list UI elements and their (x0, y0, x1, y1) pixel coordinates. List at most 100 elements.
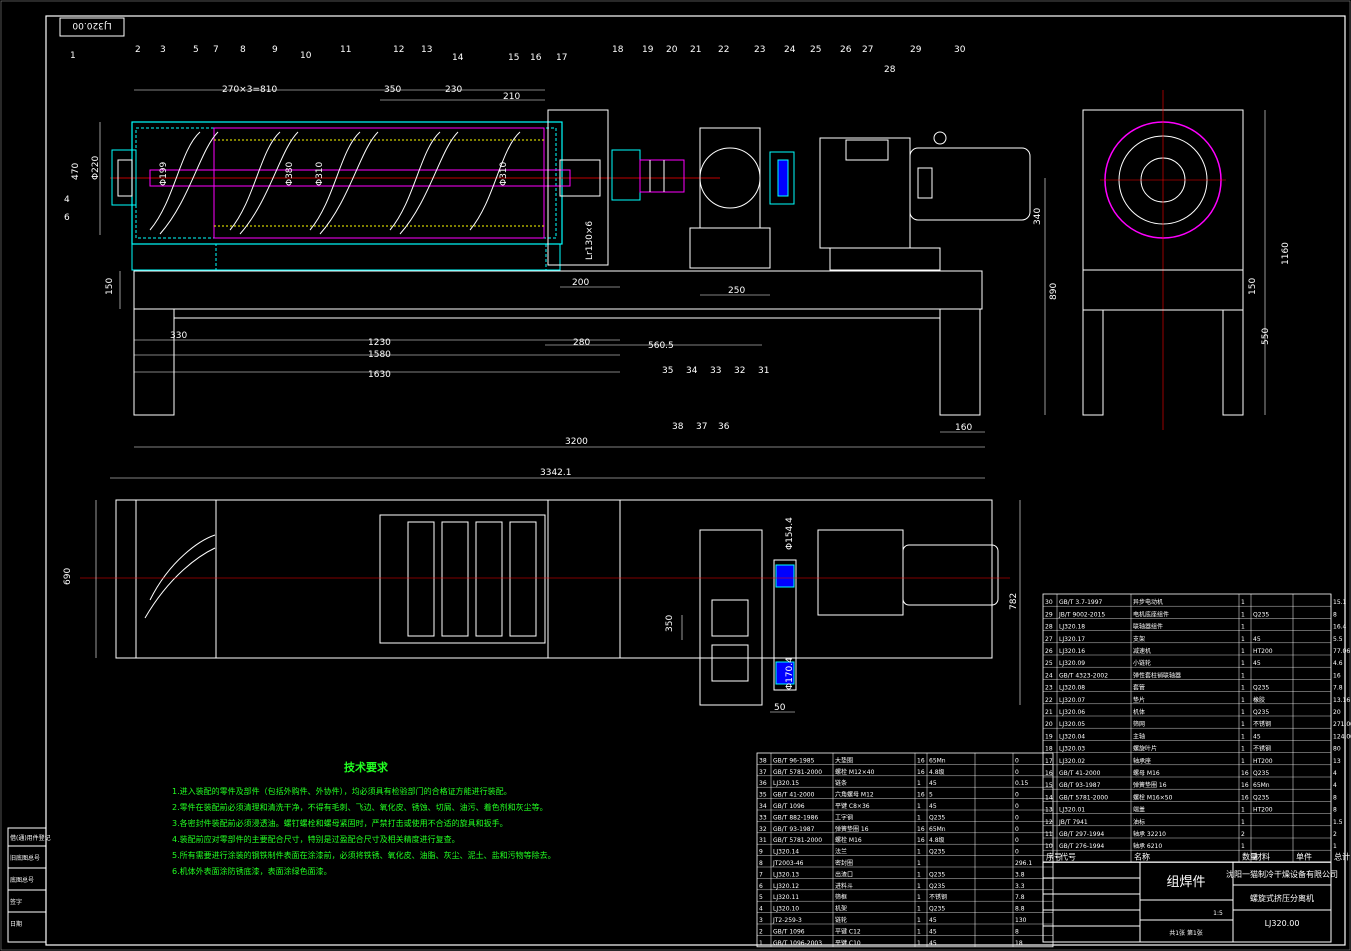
bom-cell: 65Mn (929, 826, 946, 833)
bom-cell: 16 (1333, 672, 1341, 679)
bom-cell: GB/T 1096-2003 (773, 940, 822, 947)
bom-cell: 8 (759, 860, 763, 867)
dim-470: 470 (71, 163, 81, 180)
stamp-row-2: 旧底图总号 (10, 854, 40, 862)
label-32: 32 (734, 366, 745, 376)
bom-cell: LJ320.07 (1059, 697, 1085, 704)
bom-cell: LJ320.16 (1059, 648, 1085, 655)
bom-cell: 4.6 (1333, 660, 1343, 667)
bom-cell: JB/T 9002-2015 (1058, 611, 1105, 618)
bom-cell: 37 (759, 769, 767, 776)
dim-3342: 3342.1 (540, 468, 572, 478)
dim-150: 150 (105, 278, 115, 295)
tech-item-2: 2.零件在装配前必须清理和清洗干净，不得有毛刺、飞边、氧化皮、锈蚀、切屑、油污、… (172, 802, 548, 812)
bom-cell: 16 (917, 769, 925, 776)
bom-cell: 1 (917, 849, 921, 856)
bom-cell: 18 (1045, 746, 1053, 753)
bom-cell: 1 (1241, 807, 1245, 814)
bom-cell: 筛网 (1133, 720, 1145, 728)
stamp-row-1: 借(通)用件登记 (10, 834, 51, 842)
bom-cell: 进料斗 (835, 882, 853, 890)
bom-cell: 8 (1015, 928, 1019, 935)
label-3: 3 (160, 45, 166, 55)
bom-cell: LJ320.10 (773, 906, 799, 913)
dim-200: 200 (572, 278, 589, 288)
dim-810: 270×3=810 (222, 85, 277, 95)
bom-cell: 链轮 (835, 916, 847, 924)
bom-cell: 35 (759, 792, 767, 799)
bom-cell: 7.8 (1333, 685, 1343, 692)
label-2: 2 (135, 45, 141, 55)
bom-cell: 28 (1045, 624, 1053, 631)
bom-cell: 11 (1045, 831, 1053, 838)
bom-cell: 不锈钢 (1253, 720, 1271, 728)
bom-cell: 16.4 (1333, 624, 1347, 631)
label-10: 10 (300, 51, 312, 61)
bom-cell: 18 (1015, 940, 1023, 947)
tech-item-5: 5.所有需要进行涂装的钢铁制件表面在涂漆前，必须将铁锈、氧化皮、油脂、灰尘、泥土… (172, 850, 556, 860)
bom-cell: 0 (1015, 826, 1019, 833)
bom-table-left: 38 GB/T 96-1985 大垫圈 16 65Mn 037 GB/T 5781-2000… (756, 752, 1054, 948)
label-23: 23 (754, 45, 765, 55)
bom-header-cell: 材料 (1254, 851, 1270, 861)
bom-cell: 25 (1045, 660, 1053, 667)
label-7: 7 (213, 45, 219, 55)
bom-cell: Q235 (1253, 794, 1269, 801)
bom-cell: LJ320.14 (773, 849, 799, 856)
label-36: 36 (718, 422, 730, 432)
label-33: 33 (710, 366, 721, 376)
bom-cell: 1 (1241, 611, 1245, 618)
bom-cell: 弹簧垫圈 16 (1133, 781, 1167, 789)
bom-cell: 13.16 (1333, 697, 1350, 704)
label-11: 11 (340, 45, 351, 55)
label-9: 9 (272, 45, 278, 55)
bom-cell: 弹簧垫圈 16 (835, 825, 869, 833)
bom-cell: 45 (1253, 636, 1261, 643)
tech-item-1: 1.进入装配的零件及部件（包括外购件、外协件），均必须具有检验部门的合格证方能进… (172, 786, 512, 796)
dim-phi310b: Φ310 (499, 161, 509, 186)
bom-cell: 16 (1241, 782, 1249, 789)
bom-cell: 8.8 (1015, 906, 1025, 913)
bom-cell: 1 (1241, 733, 1245, 740)
bom-cell: LJ320.02 (1059, 758, 1085, 765)
bom-cell: 130 (1015, 917, 1027, 924)
bom-cell: 1 (1241, 672, 1245, 679)
bom-cell: 19 (1045, 733, 1053, 740)
bom-cell: 8 (1333, 794, 1337, 801)
bom-cell: 套管 (1133, 684, 1145, 692)
label-37: 37 (696, 422, 707, 432)
bom-cell: 4 (759, 906, 763, 913)
bom-cell: 15.1 (1333, 599, 1347, 606)
bom-cell: 31 (759, 837, 767, 844)
bom-cell: 45 (929, 928, 937, 935)
base-frame (133, 270, 983, 310)
bom-cell: GB/T 297-1994 (1059, 831, 1104, 838)
base-leg-right (939, 308, 981, 416)
bom-cell: 端盖 (1133, 806, 1145, 814)
bom-cell: 36 (759, 780, 767, 787)
bom-cell: 油标 (1133, 818, 1145, 826)
bom-cell: 32 (759, 826, 767, 833)
bom-cell: Q235 (929, 906, 945, 913)
bom-cell: Q235 (929, 849, 945, 856)
bom-cell: 24 (1045, 672, 1053, 679)
dim-phi310a: Φ310 (315, 161, 325, 186)
bom-cell: 30 (1045, 599, 1053, 606)
dim-340: 340 (1033, 208, 1043, 225)
label-29: 29 (910, 45, 922, 55)
left-margin-text: 借(通)用件登记 旧底图总号 底图总号 签字 日期 (10, 834, 51, 928)
bom-cell: 螺母 M16 (1133, 769, 1160, 777)
dim-1160: 1160 (1281, 242, 1291, 265)
bom-cell: 16 (1241, 770, 1249, 777)
bom-cell: 3.3 (1015, 883, 1025, 890)
dim-890: 890 (1049, 283, 1059, 300)
bom-cell: HT200 (1253, 758, 1273, 765)
side-view (1082, 90, 1266, 430)
bom-cell: 平键 C10 (835, 939, 861, 947)
bom-cell: 45 (1253, 660, 1261, 667)
bom-cell: 1 (1241, 660, 1245, 667)
bom-cell: 1 (1241, 636, 1245, 643)
bom-cell: LJ320.17 (1059, 636, 1085, 643)
bom-cell: 异步电动机 (1133, 598, 1163, 606)
dim-phi199: Φ199 (159, 161, 169, 186)
